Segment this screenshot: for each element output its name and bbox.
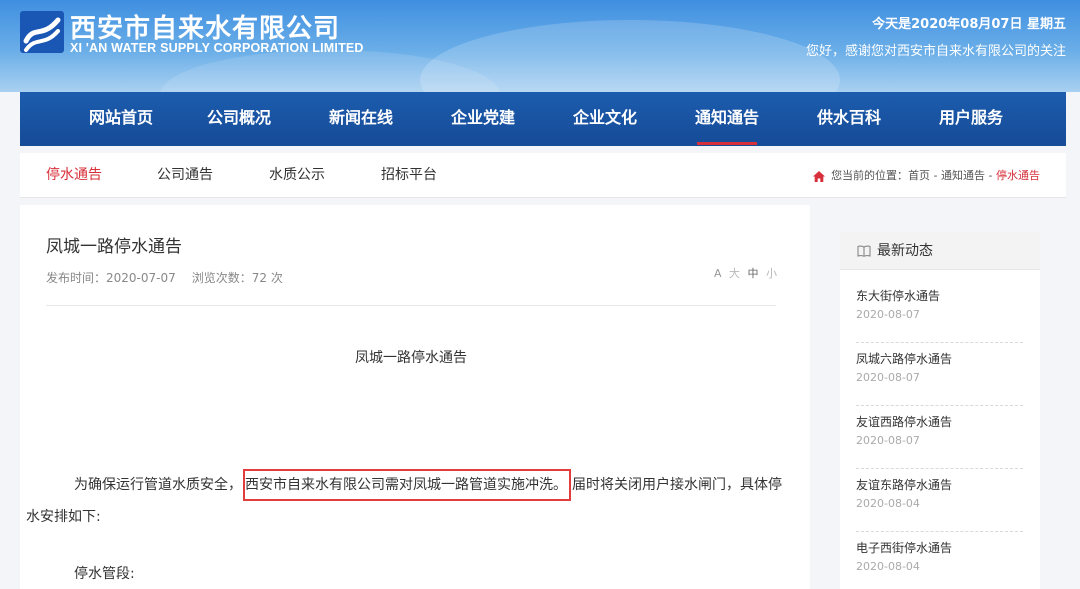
article-heading: 凤城一路停水通告 — [355, 350, 467, 366]
font-size-medium[interactable]: 中 — [748, 267, 759, 280]
latest-news-panel: 最新动态 东大街停水通告 2020-08-07 凤城六路停水通告 2020-08… — [840, 232, 1040, 589]
breadcrumb-prefix: 您当前的位置： — [831, 169, 909, 182]
news-item[interactable]: 凤城六路停水通告 2020-08-07 — [856, 343, 1023, 406]
breadcrumb: 您当前的位置：首页 - 通知通告 - 停水通告 — [813, 153, 1040, 198]
nav-item-water-wiki[interactable]: 供水百科 — [788, 92, 910, 146]
font-size-large[interactable]: 大 — [729, 267, 740, 280]
breadcrumb-section[interactable]: 通知通告 — [941, 169, 985, 182]
news-date: 2020-08-04 — [856, 497, 920, 510]
article-panel: 凤城一路停水通告 发布时间：2020-07-07 浏览次数：72 次 A 大 中 … — [20, 205, 810, 589]
publish-date: 发布时间：2020-07-07 — [46, 271, 176, 285]
nav-item-culture[interactable]: 企业文化 — [544, 92, 666, 146]
book-icon — [857, 245, 871, 257]
breadcrumb-current[interactable]: 停水通告 — [996, 169, 1040, 182]
divider — [46, 305, 776, 306]
font-size-icon: A — [714, 267, 722, 280]
paragraph-text: 届时将关闭用户接水闸门，具体停 — [572, 477, 782, 493]
news-title[interactable]: 东大街停水通告 — [856, 286, 1023, 306]
subnav-water-outage[interactable]: 停水通告 — [46, 153, 102, 198]
company-logo-icon[interactable] — [20, 11, 64, 53]
highlighted-sentence: 西安市自来水有限公司需对凤城一路管道实施冲洗。 — [243, 469, 571, 501]
news-date: 2020-08-07 — [856, 308, 920, 321]
nav-item-home[interactable]: 网站首页 — [20, 92, 178, 146]
greeting-text: 您好，感谢您对西安市自来水有限公司的关注 — [805, 44, 1066, 59]
view-count: 浏览次数：72 次 — [191, 271, 283, 285]
article-title: 凤城一路停水通告 — [46, 237, 182, 257]
breadcrumb-separator: - — [985, 169, 996, 182]
news-title[interactable]: 凤城六路停水通告 — [856, 349, 1023, 369]
brand-name-cn[interactable]: 西安市自来水有限公司 — [70, 8, 340, 45]
news-title[interactable]: 友谊西路停水通告 — [856, 412, 1023, 432]
news-item[interactable]: 友谊西路停水通告 2020-08-07 — [856, 406, 1023, 469]
latest-news-title: 最新动态 — [877, 243, 933, 259]
article-paragraph: 为确保运行管道水质安全， 西安市自来水有限公司需对凤城一路管道实施冲洗。 届时将关闭… — [26, 469, 796, 533]
news-title[interactable]: 电子西街停水通告 — [856, 538, 1023, 558]
news-title[interactable]: 友谊东路停水通告 — [856, 475, 1023, 495]
font-size-control: A 大 中 小 — [714, 265, 777, 281]
news-date: 2020-08-04 — [856, 560, 920, 573]
paragraph-text: 水安排如下: — [26, 509, 101, 525]
paragraph-text: 为确保运行管道水质安全， — [74, 477, 242, 493]
news-list: 东大街停水通告 2020-08-07 凤城六路停水通告 2020-08-07 友… — [840, 270, 1040, 589]
site-header: 西安市自来水有限公司 XI 'AN WATER SUPPLY CORPORATI… — [0, 0, 1080, 92]
nav-item-party[interactable]: 企业党建 — [422, 92, 544, 146]
breadcrumb-home[interactable]: 首页 — [908, 169, 930, 182]
news-date: 2020-08-07 — [856, 434, 920, 447]
subnav-bidding[interactable]: 招标平台 — [381, 153, 437, 198]
section-label: 停水管段: — [74, 566, 135, 582]
home-icon — [813, 170, 826, 182]
main-nav: 网站首页 公司概况 新闻在线 企业党建 企业文化 通知通告 供水百科 用户服务 — [20, 92, 1066, 146]
subnav-water-quality[interactable]: 水质公示 — [269, 153, 325, 198]
nav-item-notices[interactable]: 通知通告 — [666, 92, 788, 146]
nav-item-company-overview[interactable]: 公司概况 — [178, 92, 300, 146]
news-item[interactable]: 友谊东路停水通告 2020-08-04 — [856, 469, 1023, 532]
font-size-small[interactable]: 小 — [766, 267, 777, 280]
latest-news-header: 最新动态 — [840, 232, 1040, 270]
nav-item-user-service[interactable]: 用户服务 — [910, 92, 1032, 146]
news-item[interactable]: 东大街停水通告 2020-08-07 — [856, 280, 1023, 343]
breadcrumb-separator: - — [930, 169, 942, 182]
nav-item-news[interactable]: 新闻在线 — [300, 92, 422, 146]
news-date: 2020-08-07 — [856, 371, 920, 384]
subnav-company-notice[interactable]: 公司通告 — [157, 153, 213, 198]
current-date: 今天是2020年08月07日 星期五 — [872, 17, 1066, 32]
brand-name-en: XI 'AN WATER SUPPLY CORPORATION LIMITED — [70, 41, 364, 55]
article-meta: 发布时间：2020-07-07 浏览次数：72 次 — [46, 269, 283, 286]
news-item[interactable]: 电子西街停水通告 2020-08-04 — [856, 532, 1023, 589]
sub-nav: 停水通告 公司通告 水质公示 招标平台 您当前的位置：首页 - 通知通告 - 停… — [20, 153, 1066, 198]
